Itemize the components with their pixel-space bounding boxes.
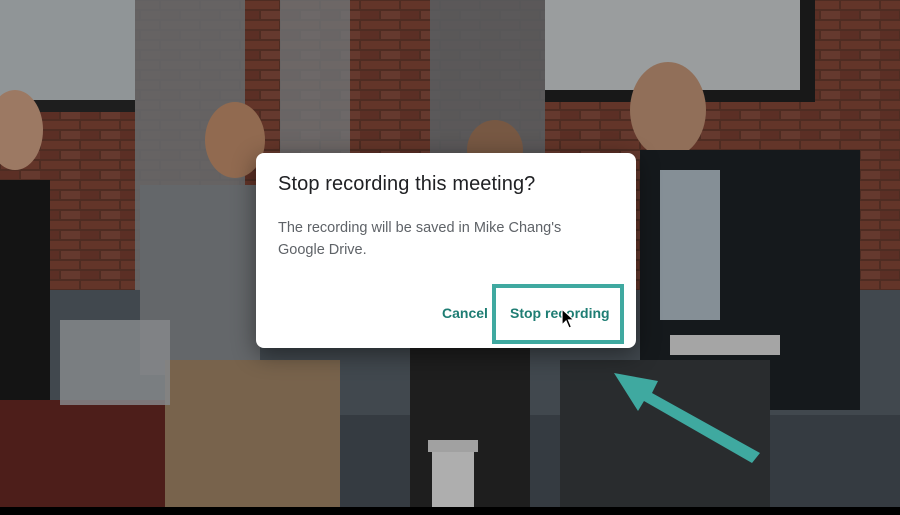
annotation-arrow-icon [614,373,760,463]
highlight-box [492,284,624,344]
bottom-bar [0,507,900,515]
dialog-message: The recording will be saved in Mike Chan… [278,220,562,258]
cancel-button[interactable]: Cancel [442,303,488,323]
mouse-pointer-icon [561,308,575,329]
dialog-title: Stop recording this meeting? [278,173,536,195]
